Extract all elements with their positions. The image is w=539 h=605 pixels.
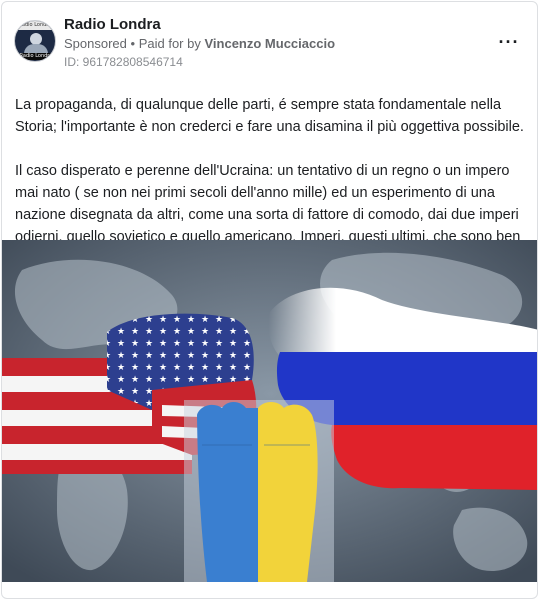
ukraine-flag-fist (184, 400, 334, 582)
ad-id: ID: 961782808546714 (64, 55, 183, 69)
post-paragraph: La propaganda, di qualunque delle parti,… (15, 97, 524, 135)
paid-for-prefix: Paid for by (138, 36, 201, 51)
paid-for-name: Vincenzo Mucciaccio (204, 36, 336, 51)
more-horizontal-icon: ··· (498, 31, 520, 52)
avatar-logo: Radio Londra (19, 53, 53, 60)
avatar-caption: Radio Londra (15, 21, 55, 30)
post-image[interactable]: ★ (2, 240, 537, 582)
more-options-button[interactable]: ··· (497, 30, 521, 54)
post-header: Radio Londra Radio Londra Radio Londra S… (2, 2, 537, 80)
flags-fists-illustration: ★ (2, 240, 537, 582)
sponsored-line: Sponsored • Paid for by Vincenzo Mucciac… (64, 36, 335, 51)
page-name[interactable]: Radio Londra (64, 16, 161, 33)
avatar[interactable]: Radio Londra Radio Londra (14, 20, 56, 62)
sponsored-post-card: Radio Londra Radio Londra Radio Londra S… (1, 1, 538, 599)
separator-dot: • (130, 36, 136, 51)
sponsored-label: Sponsored (64, 36, 127, 51)
